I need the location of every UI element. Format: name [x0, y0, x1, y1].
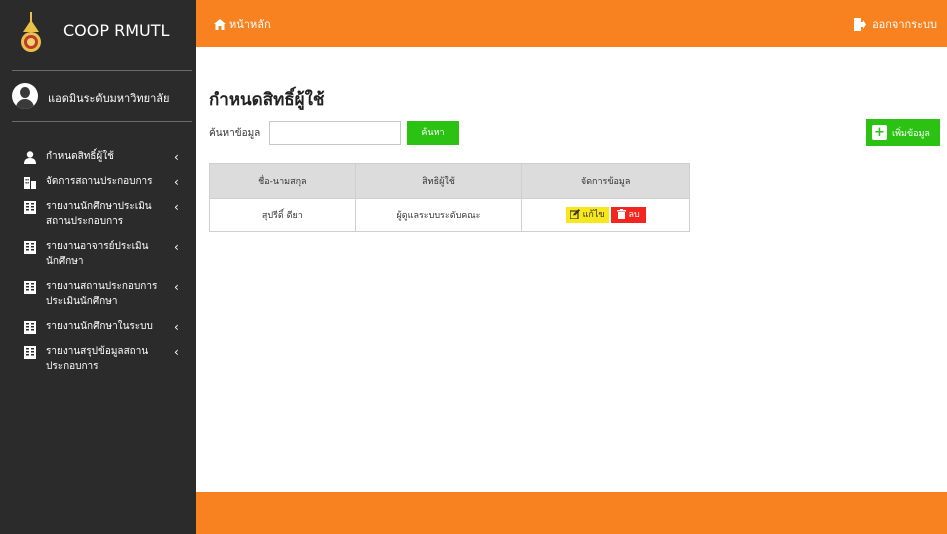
chevron-left-icon: ‹	[174, 345, 179, 359]
building-icon	[24, 177, 36, 189]
chevron-left-icon: ‹	[174, 320, 179, 334]
sidebar-item-report-students[interactable]: รายงานนักศึกษาในระบบ ‹	[0, 314, 196, 339]
sidebar-item-manage-companies[interactable]: จัดการสถานประกอบการ ‹	[0, 169, 196, 194]
user-panel: แอดมินระดับมหาวิทยาลัย	[12, 83, 196, 111]
chevron-left-icon: ‹	[174, 175, 179, 189]
sidebar-menu: กำหนดสิทธิ์ผู้ใช้ ‹ จัดการสถานประกอบการ …	[0, 144, 196, 379]
sidebar-divider	[12, 121, 192, 122]
user-icon	[24, 151, 36, 164]
user-name: แอดมินระดับมหาวิทยาลัย	[48, 92, 170, 105]
report-icon	[24, 241, 36, 254]
report-icon	[24, 281, 36, 294]
footer-bar	[196, 492, 947, 534]
add-data-button[interactable]: + เพิ่มข้อมูล	[866, 119, 940, 146]
brand-title: COOP RMUTL	[63, 21, 170, 40]
table-row: สุปรีดิ์ ดียา ผู้ดูแลระบบระดับคณะ แก้ไข ล…	[209, 198, 690, 232]
top-navbar: หน้าหลัก ออกจากระบบ	[196, 0, 947, 47]
report-icon	[24, 201, 36, 214]
sidebar-item-label: รายงานนักศึกษาในระบบ	[46, 321, 153, 332]
sidebar-item-label: รายงานสถานประกอบการประเมินนักศึกษา	[46, 281, 158, 307]
sidebar-divider	[12, 70, 192, 71]
delete-button[interactable]: ลบ	[610, 207, 646, 223]
permissions-table: ชื่อ-นามสกุล สิทธิผู้ใช้ จัดการข้อมูล สุ…	[209, 163, 690, 232]
sign-out-icon	[854, 18, 867, 31]
home-label: หน้าหลัก	[229, 18, 271, 31]
add-data-label: เพิ่มข้อมูล	[892, 129, 930, 139]
cell-role: ผู้ดูแลระบบระดับคณะ	[354, 198, 523, 232]
column-header-role: สิทธิผู้ใช้	[354, 163, 523, 199]
avatar	[12, 83, 38, 109]
plus-icon: +	[872, 125, 887, 140]
sidebar: COOP RMUTL แอดมินระดับมหาวิทยาลัย กำหนดส…	[0, 0, 196, 534]
sidebar-item-label: จัดการสถานประกอบการ	[46, 176, 153, 187]
table-header-row: ชื่อ-นามสกุล สิทธิผู้ใช้ จัดการข้อมูล	[209, 163, 690, 199]
logout-link[interactable]: ออกจากระบบ	[854, 15, 937, 33]
search-label: ค้นหาข้อมูล	[209, 128, 261, 139]
report-icon	[24, 321, 36, 334]
cell-name: สุปรีดิ์ ดียา	[209, 198, 356, 232]
sidebar-item-label: รายงานนักศึกษาประเมินสถานประกอบการ	[46, 201, 152, 227]
sidebar-item-user-permissions[interactable]: กำหนดสิทธิ์ผู้ใช้ ‹	[0, 144, 196, 169]
chevron-left-icon: ‹	[174, 150, 179, 164]
page-title: กำหนดสิทธิ์ผู้ใช้	[209, 90, 325, 110]
search-button[interactable]: ค้นหา	[407, 121, 459, 145]
sidebar-item-label: กำหนดสิทธิ์ผู้ใช้	[46, 151, 114, 162]
edit-button[interactable]: แก้ไข	[565, 207, 609, 223]
logout-label: ออกจากระบบ	[872, 18, 937, 31]
home-icon	[214, 19, 226, 30]
sidebar-item-report-company-eval-student[interactable]: รายงานสถานประกอบการประเมินนักศึกษา ‹	[0, 274, 196, 314]
column-header-name: ชื่อ-นามสกุล	[209, 163, 356, 199]
cell-actions: แก้ไข ลบ	[521, 198, 690, 232]
trash-icon	[616, 209, 626, 219]
column-header-manage: จัดการข้อมูล	[521, 163, 690, 199]
chevron-left-icon: ‹	[174, 280, 179, 294]
edit-icon	[568, 209, 580, 220]
home-link[interactable]: หน้าหลัก	[214, 15, 271, 33]
delete-label: ลบ	[628, 210, 640, 220]
chevron-left-icon: ‹	[174, 240, 179, 254]
sidebar-item-report-student-eval-company[interactable]: รายงานนักศึกษาประเมินสถานประกอบการ ‹	[0, 194, 196, 234]
sidebar-item-label: รายงานสรุปข้อมูลสถานประกอบการ	[46, 346, 149, 372]
sidebar-item-report-teacher-eval-student[interactable]: รายงานอาจารย์ประเมินนักศึกษา ‹	[0, 234, 196, 274]
report-icon	[24, 346, 36, 359]
brand[interactable]: COOP RMUTL	[0, 0, 196, 70]
search-input[interactable]	[269, 121, 401, 145]
sidebar-item-report-company-summary[interactable]: รายงานสรุปข้อมูลสถานประกอบการ ‹	[0, 339, 196, 379]
chevron-left-icon: ‹	[174, 200, 179, 214]
edit-label: แก้ไข	[582, 210, 605, 220]
sidebar-item-label: รายงานอาจารย์ประเมินนักศึกษา	[46, 241, 149, 267]
university-logo-icon	[21, 12, 41, 52]
